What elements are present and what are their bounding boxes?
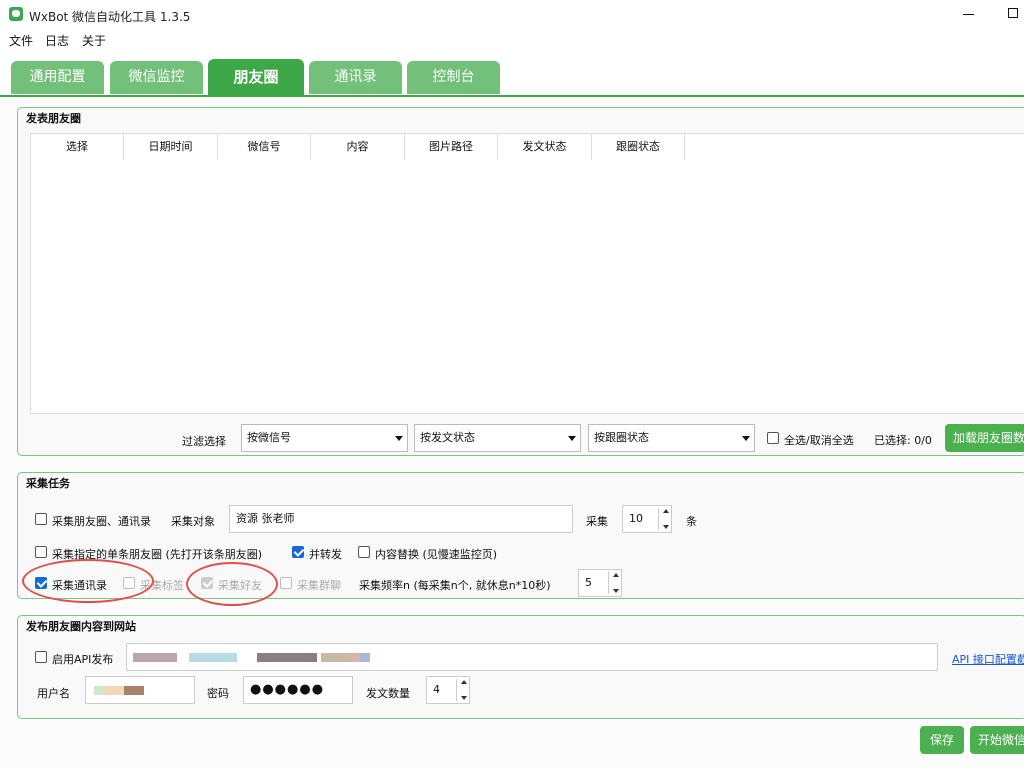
minimize-icon[interactable] [963, 14, 974, 15]
content-replace-label: 内容替换 (见慢速监控页) [375, 548, 498, 561]
select-all-checkbox[interactable] [767, 432, 779, 444]
group-title: 采集任务 [26, 477, 70, 490]
divider [658, 508, 659, 530]
target-input[interactable]: 资源 张老师 [229, 505, 573, 533]
save-button[interactable]: 保存 [920, 726, 964, 754]
publish-moments-group: 发表朋友圈 选择 日期时间 微信号 内容 图片路径 发文状态 跟圈状态 过滤选择… [17, 107, 1024, 456]
enable-api-checkbox[interactable] [35, 651, 47, 663]
post-count-stepper[interactable]: 4 [426, 676, 470, 704]
window-title: WxBot 微信自动化工具 1.3.5 [29, 10, 191, 24]
redacted-text [360, 653, 370, 662]
group-title: 发表朋友圈 [26, 112, 81, 125]
collect-task-group: 采集任务 采集朋友圈、通讯录 采集对象 资源 张老师 采集 10 条 采集指定的… [17, 472, 1024, 606]
select-value: 按微信号 [247, 431, 291, 444]
tab-console[interactable]: 控制台 [407, 61, 500, 94]
start-wechat-button[interactable]: 开始微信 [970, 726, 1024, 754]
password-input[interactable]: ●●●●●● [243, 676, 353, 704]
load-moments-button[interactable]: 加载朋友圈数 [945, 424, 1024, 452]
publish-website-group: 发布朋友圈内容到网站 启用API发布 API 接口配置截 用户名 密码 ●●●●… [17, 615, 1024, 719]
highlight-circle [22, 559, 154, 603]
password-label: 密码 [207, 687, 229, 700]
forward-checkbox[interactable] [292, 546, 304, 558]
select-all-label: 全选/取消全选 [784, 434, 854, 447]
chevron-down-icon [742, 436, 750, 441]
column-header[interactable]: 图片路径 [405, 134, 498, 160]
down-arrow-icon[interactable] [663, 525, 669, 529]
redacted-text [321, 653, 349, 662]
menu-bar: 文件 日志 关于 [0, 30, 1024, 50]
redacted-text [189, 653, 237, 662]
frequency-stepper[interactable]: 5 [578, 569, 622, 597]
tab-panel: 发表朋友圈 选择 日期时间 微信号 内容 图片路径 发文状态 跟圈状态 过滤选择… [0, 95, 1024, 769]
down-arrow-icon[interactable] [461, 696, 467, 700]
filter-wechat-select[interactable]: 按微信号 [241, 424, 408, 452]
group-title: 发布朋友圈内容到网站 [26, 620, 136, 633]
filter-follow-select[interactable]: 按跟圈状态 [588, 424, 755, 452]
redacted-text [94, 686, 104, 695]
menu-about[interactable]: 关于 [82, 32, 106, 49]
stepper-value: 10 [629, 512, 643, 525]
up-arrow-icon[interactable] [663, 509, 669, 513]
enable-api-label: 启用API发布 [52, 653, 114, 666]
stepper-value: 4 [433, 683, 440, 696]
divider [456, 679, 457, 701]
username-input[interactable] [85, 676, 195, 704]
username-label: 用户名 [37, 687, 70, 700]
menu-log[interactable]: 日志 [45, 32, 69, 49]
api-url-input[interactable] [126, 643, 938, 671]
column-header[interactable]: 选择 [31, 134, 124, 160]
up-arrow-icon[interactable] [461, 680, 467, 684]
tab-general[interactable]: 通用配置 [11, 61, 104, 94]
tab-wechat-monitor[interactable]: 微信监控 [110, 61, 203, 94]
collect-label: 采集 [586, 515, 608, 528]
down-arrow-icon[interactable] [613, 589, 619, 593]
post-count-label: 发文数量 [366, 687, 410, 700]
moments-table[interactable]: 选择 日期时间 微信号 内容 图片路径 发文状态 跟圈状态 [30, 133, 1024, 414]
filter-label: 过滤选择 [182, 435, 226, 448]
collect-moments-contacts-label: 采集朋友圈、通讯录 [52, 515, 151, 528]
redacted-text [104, 686, 124, 695]
app-icon [9, 7, 23, 21]
chevron-down-icon [395, 436, 403, 441]
collect-count-stepper[interactable]: 10 [622, 505, 672, 533]
forward-label: 并转发 [309, 548, 342, 561]
select-value: 按跟圈状态 [594, 431, 649, 444]
collect-groups-label: 采集群聊 [297, 579, 341, 592]
filter-status-select[interactable]: 按发文状态 [414, 424, 581, 452]
redacted-text [124, 686, 144, 695]
tab-moments[interactable]: 朋友圈 [208, 59, 304, 96]
tab-bar: 通用配置 微信监控 朋友圈 通讯录 控制台 [0, 52, 1024, 96]
maximize-icon[interactable] [1008, 8, 1018, 18]
column-header[interactable]: 发文状态 [498, 134, 592, 160]
collect-unit: 条 [686, 515, 697, 528]
selected-count: 已选择: 0/0 [874, 434, 932, 447]
stepper-value: 5 [585, 576, 592, 589]
divider [608, 572, 609, 594]
collect-moments-contacts-checkbox[interactable] [35, 513, 47, 525]
highlight-circle [186, 562, 278, 606]
frequency-label: 采集频率n (每采集n个, 就休息n*10秒) [359, 579, 551, 592]
redacted-text [257, 653, 317, 662]
collect-single-moment-checkbox[interactable] [35, 546, 47, 558]
up-arrow-icon[interactable] [613, 573, 619, 577]
menu-file[interactable]: 文件 [9, 32, 33, 49]
collect-groups-checkbox[interactable] [280, 577, 292, 589]
chevron-down-icon [568, 436, 576, 441]
target-label: 采集对象 [171, 515, 215, 528]
column-header[interactable]: 日期时间 [124, 134, 218, 160]
content-replace-checkbox[interactable] [358, 546, 370, 558]
column-header[interactable]: 跟圈状态 [592, 134, 685, 160]
column-header[interactable]: 内容 [311, 134, 405, 160]
select-value: 按发文状态 [420, 431, 475, 444]
redacted-text [133, 653, 177, 662]
title-bar: WxBot 微信自动化工具 1.3.5 [0, 0, 1024, 30]
column-header[interactable]: 微信号 [218, 134, 311, 160]
tab-contacts[interactable]: 通讯录 [309, 61, 402, 94]
api-config-link[interactable]: API 接口配置截 [952, 651, 1024, 667]
